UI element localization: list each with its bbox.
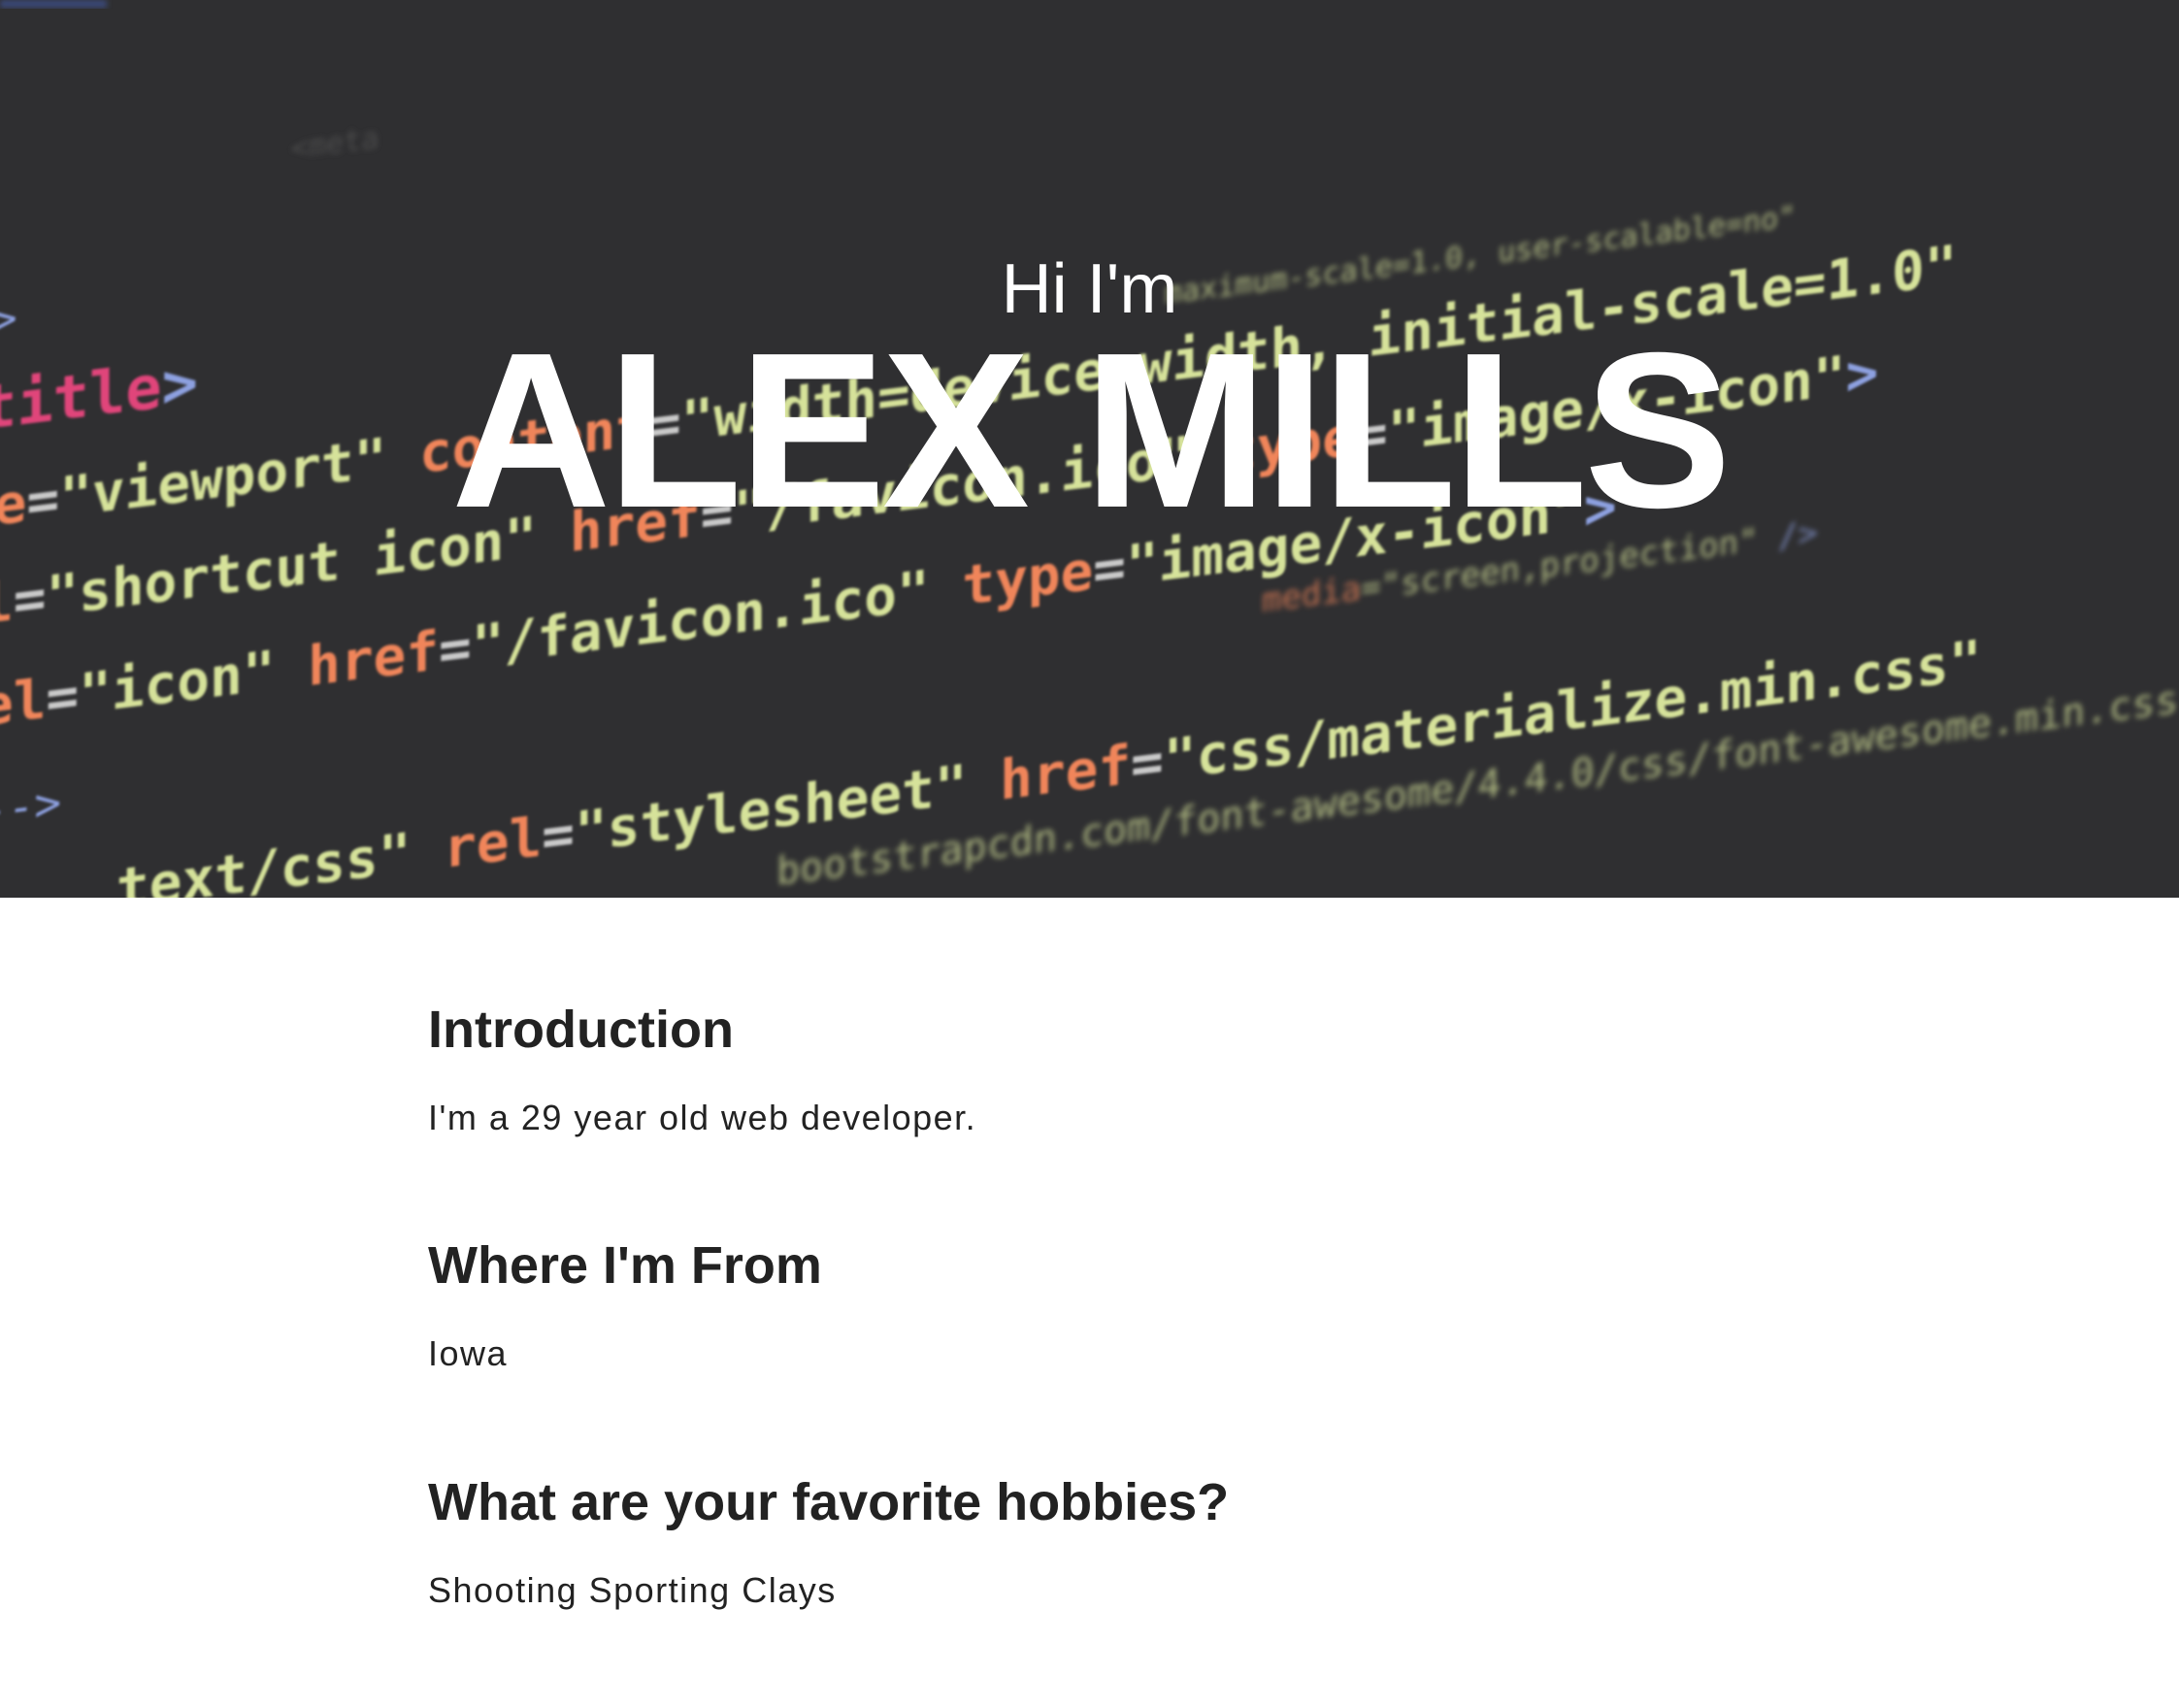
section-heading: What are your favorite hobbies?: [428, 1472, 1230, 1531]
section-text: Shooting Sporting Clays: [428, 1569, 837, 1610]
section-where-from: Where I'm From Iowa: [428, 1235, 1787, 1374]
section-text: I'm a 29 year old web developer.: [428, 1098, 977, 1138]
hero-name: ALEX MILLS: [450, 308, 1732, 554]
section-heading: Introduction: [428, 1001, 734, 1059]
svg-text:-->: -->: [0, 775, 61, 838]
section-hobbies: What are your favorite hobbies? Shooting…: [428, 1472, 1787, 1611]
section-text: Iowa: [428, 1333, 509, 1374]
section-heading: Where I'm From: [428, 1236, 822, 1296]
hero-banner: > title> me="viewport" content="width=de…: [0, 0, 2179, 898]
about-content: Introduction I'm a 29 year old web devel…: [428, 1000, 1787, 1708]
section-introduction: Introduction I'm a 29 year old web devel…: [428, 1000, 1787, 1138]
